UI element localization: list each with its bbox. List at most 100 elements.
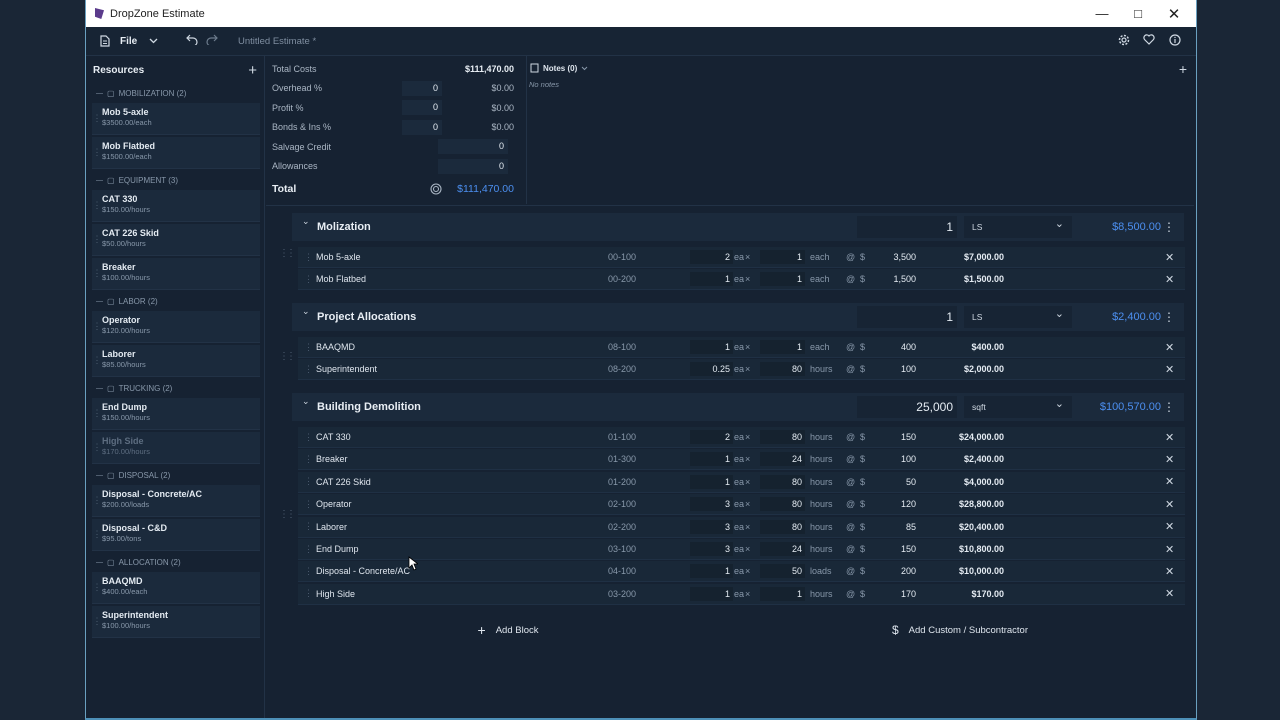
minimize-button[interactable]: — xyxy=(1084,0,1120,27)
resource-card[interactable]: ⋮ High Side $170.00/hours xyxy=(92,432,260,464)
category-header[interactable]: — ▢ EQUIPMENT (3) xyxy=(86,171,264,190)
quantity-input[interactable]: 2 xyxy=(690,250,733,264)
drag-handle-icon[interactable]: ⋮ xyxy=(304,342,313,353)
duration-input[interactable]: 24 xyxy=(760,452,805,467)
target-icon[interactable] xyxy=(430,183,442,197)
close-window-button[interactable]: ✕ xyxy=(1156,0,1192,27)
drag-handle-icon[interactable]: ⋮ xyxy=(92,575,102,593)
quantity-input[interactable]: 3 xyxy=(690,519,733,534)
category-header[interactable]: — ▢ MOBILIZATION (2) xyxy=(86,84,264,103)
quantity-input[interactable]: 0.25 xyxy=(690,362,733,377)
quantity-input[interactable]: 1 xyxy=(690,272,733,287)
delete-line-button[interactable]: ✕ xyxy=(1165,587,1174,600)
delete-line-button[interactable]: ✕ xyxy=(1165,453,1174,466)
quantity-input[interactable]: 1 xyxy=(690,586,733,601)
block-qty-input[interactable]: 1 xyxy=(857,306,957,328)
duration-input[interactable]: 80 xyxy=(760,362,805,377)
category-header[interactable]: — ▢ ALLOCATION (2) xyxy=(86,553,264,572)
duration-input[interactable]: 1 xyxy=(760,340,805,354)
drag-handle-icon[interactable]: ⋮ xyxy=(304,432,313,443)
block-unit-select[interactable]: LS ⌄ xyxy=(964,216,1072,238)
redo-button[interactable] xyxy=(206,34,218,48)
drag-handle-icon[interactable]: ⋮ xyxy=(304,274,313,285)
rate-input[interactable]: 170 xyxy=(872,589,916,599)
drag-handle-icon[interactable]: ⋮ xyxy=(92,227,102,245)
maximize-button[interactable]: □ xyxy=(1120,0,1156,27)
duration-input[interactable]: 24 xyxy=(760,542,805,556)
drag-handle-icon[interactable]: ⋮ xyxy=(304,544,313,555)
category-header[interactable]: — ▢ LABOR (2) xyxy=(86,292,264,311)
resource-card[interactable]: ⋮ Superintendent $100.00/hours xyxy=(92,606,260,638)
resource-card[interactable]: ⋮ CAT 226 Skid $50.00/hours xyxy=(92,224,260,256)
rate-input[interactable]: 85 xyxy=(872,522,916,532)
resource-card[interactable]: ⋮ Breaker $100.00/hours xyxy=(92,258,260,290)
duration-input[interactable]: 80 xyxy=(760,519,805,534)
delete-line-button[interactable]: ✕ xyxy=(1165,498,1174,511)
drag-handle-icon[interactable]: ⋮ xyxy=(92,193,102,211)
rate-input[interactable]: 200 xyxy=(872,566,916,576)
resource-card[interactable]: ⋮ BAAQMD $400.00/each xyxy=(92,572,260,604)
delete-line-button[interactable]: ✕ xyxy=(1165,273,1174,286)
resource-card[interactable]: ⋮ CAT 330 $150.00/hours xyxy=(92,190,260,222)
drag-handle-icon[interactable]: ⋮ xyxy=(92,348,102,366)
chevron-down-icon[interactable]: ⌄ xyxy=(302,396,310,407)
block-drag-handle-icon[interactable]: ⋮⋮ xyxy=(279,351,296,362)
resource-card[interactable]: ⋮ Laborer $85.00/hours xyxy=(92,345,260,377)
block-drag-handle-icon[interactable]: ⋮⋮ xyxy=(279,248,296,259)
salvage-input[interactable]: 0 xyxy=(438,139,508,155)
delete-line-button[interactable]: ✕ xyxy=(1165,520,1174,533)
drag-handle-icon[interactable]: ⋮ xyxy=(92,261,102,279)
bonds-input[interactable]: 0 xyxy=(402,119,442,135)
drag-handle-icon[interactable]: ⋮ xyxy=(304,588,313,599)
delete-line-button[interactable]: ✕ xyxy=(1165,565,1174,578)
profit-input[interactable]: 0 xyxy=(402,100,442,116)
drag-handle-icon[interactable]: ⋮ xyxy=(304,521,313,532)
rate-input[interactable]: 3,500 xyxy=(872,252,916,262)
notes-toggle[interactable]: Notes (0) xyxy=(530,63,588,73)
drag-handle-icon[interactable]: ⋮ xyxy=(92,140,102,158)
rate-input[interactable]: 1,500 xyxy=(872,274,916,284)
add-custom-button[interactable]: $ Add Custom / Subcontractor xyxy=(734,620,1186,640)
overhead-input[interactable]: 0 xyxy=(402,80,442,96)
drag-handle-icon[interactable]: ⋮ xyxy=(92,522,102,540)
drag-handle-icon[interactable]: ⋮ xyxy=(92,435,102,453)
quantity-input[interactable]: 1 xyxy=(690,452,733,467)
block-unit-select[interactable]: sqft ⌄ xyxy=(964,396,1072,418)
duration-input[interactable]: 1 xyxy=(760,586,805,601)
quantity-input[interactable]: 2 xyxy=(690,430,733,444)
resource-card[interactable]: ⋮ Mob Flatbed $1500.00/each xyxy=(92,137,260,169)
category-header[interactable]: — ▢ DISPOSAL (2) xyxy=(86,466,264,485)
drag-handle-icon[interactable]: ⋮ xyxy=(92,401,102,419)
favorite-button[interactable] xyxy=(1143,34,1155,48)
resource-card[interactable]: ⋮ Disposal - C&D $95.00/tons xyxy=(92,519,260,551)
chevron-down-icon[interactable]: ⌄ xyxy=(302,306,310,317)
add-block-button[interactable]: + Add Block xyxy=(292,620,724,640)
rate-input[interactable]: 50 xyxy=(872,477,916,487)
drag-handle-icon[interactable]: ⋮ xyxy=(304,364,313,375)
resource-card[interactable]: ⋮ End Dump $150.00/hours xyxy=(92,398,260,430)
quantity-input[interactable]: 1 xyxy=(690,564,733,579)
allowances-input[interactable]: 0 xyxy=(438,158,508,174)
delete-line-button[interactable]: ✕ xyxy=(1165,431,1174,444)
drag-handle-icon[interactable]: ⋮ xyxy=(304,454,313,465)
more-options-icon[interactable]: ⋮ xyxy=(1163,220,1175,234)
quantity-input[interactable]: 1 xyxy=(690,474,733,489)
drag-handle-icon[interactable]: ⋮ xyxy=(304,476,313,487)
more-options-icon[interactable]: ⋮ xyxy=(1163,400,1175,414)
delete-line-button[interactable]: ✕ xyxy=(1165,341,1174,354)
duration-input[interactable]: 50 xyxy=(760,564,805,579)
settings-button[interactable] xyxy=(1118,34,1130,49)
quantity-input[interactable]: 3 xyxy=(690,542,733,556)
duration-input[interactable]: 80 xyxy=(760,430,805,444)
resource-card[interactable]: ⋮ Operator $120.00/hours xyxy=(92,311,260,343)
quantity-input[interactable]: 1 xyxy=(690,340,733,354)
drag-handle-icon[interactable]: ⋮ xyxy=(92,106,102,124)
rate-input[interactable]: 100 xyxy=(872,454,916,464)
rate-input[interactable]: 100 xyxy=(872,364,916,374)
category-header[interactable]: — ▢ TRUCKING (2) xyxy=(86,379,264,398)
file-menu[interactable]: File xyxy=(100,35,158,47)
delete-line-button[interactable]: ✕ xyxy=(1165,543,1174,556)
block-qty-input[interactable]: 1 xyxy=(857,216,957,238)
block-unit-select[interactable]: LS ⌄ xyxy=(964,306,1072,328)
block-qty-input[interactable]: 25,000 xyxy=(857,396,957,418)
